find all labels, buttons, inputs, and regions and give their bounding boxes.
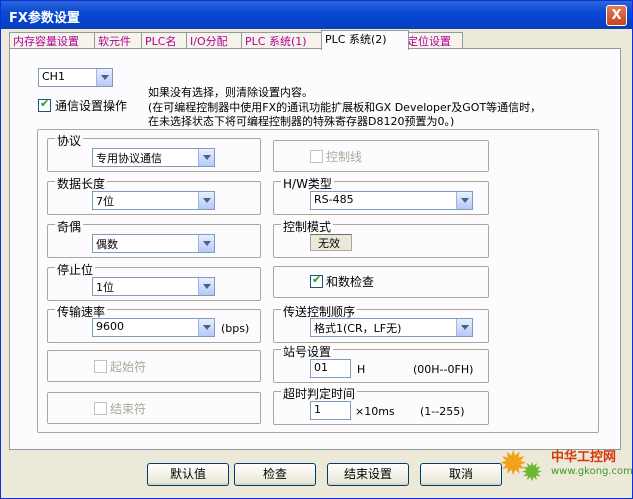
- comm-setting-label: 通信设置操作: [55, 99, 128, 113]
- protocol-select[interactable]: 专用协议通信: [92, 148, 215, 167]
- control-mode-label: 控制模式: [281, 218, 334, 235]
- close-icon: X: [611, 8, 622, 23]
- start-char-group: [47, 350, 261, 382]
- title-bar[interactable]: FX参数设置 X: [1, 1, 632, 29]
- channel-select[interactable]: CH1: [38, 68, 113, 87]
- chevron-down-icon[interactable]: [198, 192, 214, 209]
- finish-setting-button[interactable]: 结束设置: [327, 463, 409, 486]
- watermark-text: 中华工控网: [551, 450, 617, 465]
- station-input[interactable]: 01: [310, 359, 351, 378]
- watermark-logo: ✹ ✹ 中华工控网 www.gkong.com: [499, 444, 633, 496]
- transmission-order-select[interactable]: 格式1(CR，LF无): [310, 318, 473, 337]
- comm-setting-checkbox[interactable]: ✔: [38, 97, 51, 112]
- checksum-label: 和数检查: [326, 275, 375, 289]
- stop-bit-label: 停止位: [55, 261, 96, 278]
- watermark-url: www.gkong.com: [551, 466, 633, 477]
- checksum-checkbox[interactable]: ✔: [310, 273, 323, 288]
- chevron-down-icon[interactable]: [198, 278, 214, 295]
- close-button[interactable]: X: [606, 5, 627, 26]
- protocol-label: 协议: [55, 132, 84, 149]
- control-line-checkbox[interactable]: [310, 150, 323, 163]
- note-line-1: 如果没有选择，则清除设置内容。: [148, 86, 313, 99]
- start-char-label: 起始符: [110, 360, 147, 374]
- timeout-unit: ×10ms: [355, 405, 395, 418]
- data-length-select[interactable]: 7位: [92, 191, 215, 210]
- station-unit: H: [357, 363, 366, 376]
- chevron-down-icon[interactable]: [198, 149, 214, 166]
- chevron-down-icon[interactable]: [456, 319, 472, 336]
- window-title: FX参数设置: [9, 11, 80, 26]
- tab-panel: CH1 ✔ 通信设置操作 如果没有选择，则清除设置内容。 (在可编程控制器中使用…: [9, 48, 621, 450]
- chevron-down-icon[interactable]: [198, 235, 214, 252]
- end-char-checkbox[interactable]: [94, 402, 107, 415]
- stop-bit-select[interactable]: 1位: [92, 277, 215, 296]
- check-icon: ✔: [312, 273, 322, 286]
- check-icon: ✔: [40, 97, 50, 110]
- data-length-label: 数据长度: [55, 175, 108, 192]
- end-char-label: 结束符: [110, 402, 147, 416]
- chevron-down-icon[interactable]: [198, 319, 214, 336]
- timeout-label: 超时判定时间: [281, 385, 358, 402]
- checksum-group: [273, 266, 489, 298]
- tab-plc-system-2[interactable]: PLC 系统(2): [321, 30, 409, 50]
- hw-type-label: H/W类型: [281, 175, 334, 192]
- default-button[interactable]: 默认值: [147, 463, 229, 486]
- baud-rate-unit: (bps): [221, 322, 250, 335]
- chevron-down-icon[interactable]: [456, 192, 472, 209]
- parity-select[interactable]: 偶数: [92, 234, 215, 253]
- start-char-checkbox[interactable]: [94, 360, 107, 373]
- timeout-range: (1--255): [420, 405, 465, 418]
- station-range: (00H--0FH): [413, 363, 474, 376]
- hw-type-select[interactable]: RS-485: [310, 191, 473, 210]
- check-button[interactable]: 检查: [234, 463, 316, 486]
- control-line-group: [273, 140, 489, 172]
- gear-icon: ✹: [521, 458, 543, 488]
- dialog-window: FX参数设置 X 内存容量设置 软元件 PLC名 I/O分配 PLC 系统(1)…: [0, 0, 633, 499]
- station-label: 站号设置: [281, 343, 334, 360]
- timeout-input[interactable]: 1: [310, 401, 351, 420]
- end-char-group: [47, 392, 261, 424]
- control-mode-value: 无效: [310, 234, 352, 251]
- chevron-down-icon[interactable]: [96, 69, 112, 86]
- control-line-label: 控制线: [326, 150, 363, 164]
- cancel-button[interactable]: 取消: [420, 463, 502, 486]
- parity-label: 奇偶: [55, 218, 84, 235]
- baud-rate-select[interactable]: 9600: [92, 318, 215, 337]
- note-line-3: 在未选择状态下将可编程控制器的特殊寄存器D8120预置为0。): [148, 115, 455, 128]
